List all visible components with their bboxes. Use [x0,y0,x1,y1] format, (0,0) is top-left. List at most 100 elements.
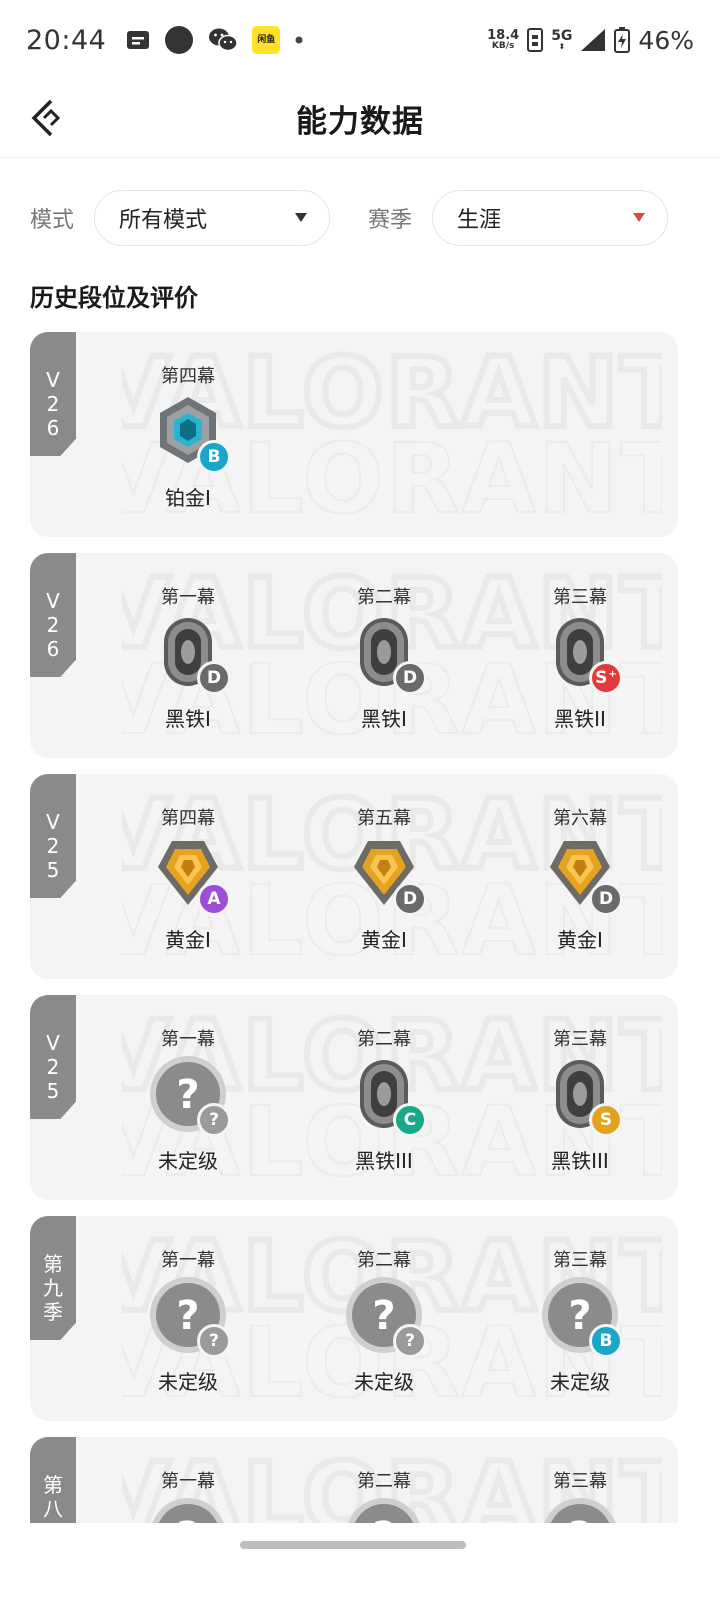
act-name: 第三幕 [553,1471,607,1492]
season-tag-label: V 26 [46,589,60,661]
season-tag-label: V 26 [46,368,60,440]
battery-percent: 46% [638,25,694,55]
rank-name: 未定级 [354,1370,414,1394]
xianyu-app-icon: 闲鱼 [252,26,281,54]
act-name: 第四幕 [161,808,215,829]
svg-text:?: ? [372,1293,395,1339]
rank-name: 黄金I [361,928,407,952]
dropdown-arrow-icon [295,213,308,222]
act-rank-item[interactable]: 第五幕 D 黄金I [304,774,464,979]
status-right: 18.4 KB/s 5G ⬍ 46% [487,26,694,55]
season-label: 赛季 [368,208,413,233]
act-rank-item[interactable]: 第一幕?? 未定级 [108,1216,268,1421]
svg-text:?: ? [176,1072,199,1118]
rank-badge: D [143,611,233,697]
season-tag: V 26 [30,332,76,456]
status-time: 20:44 [26,24,107,56]
section-title: 历史段位及评价 [30,284,198,312]
act-rank-item[interactable]: 第二幕 C 黑铁III [304,995,464,1200]
act-rank-item[interactable]: 第三幕 S 黑铁III [500,995,660,1200]
act-rank-item[interactable]: 第三幕 S + 黑铁II [500,553,660,758]
act-rank-item[interactable]: 第一幕?? 未定级 [108,995,268,1200]
grade-badge: D [589,882,623,916]
act-name: 第二幕 [357,587,411,608]
act-rank-item[interactable]: 第二幕 D 黑铁I [304,553,464,758]
season-card[interactable]: VALORANTVALORANT第九季第一幕??未定级第二幕??未定级第三幕?B… [30,1216,678,1421]
grade-letter: A [207,889,221,909]
svg-text:?: ? [176,1293,199,1339]
rank-badge: D [339,611,429,697]
grade-letter: C [403,1110,417,1130]
mode-label: 模式 [30,208,75,233]
rank-badge: A [143,832,233,918]
rank-badge: S + [535,611,625,697]
grade-letter: S [595,668,608,688]
back-button[interactable] [26,96,66,140]
act-name: 第六幕 [553,808,607,829]
act-rank-item[interactable]: 第四幕 B 铂金I [108,332,268,537]
act-rank-item[interactable]: 第三幕? B 未定级 [500,1216,660,1421]
battery-icon [614,27,631,53]
act-name: 第三幕 [553,1029,607,1050]
grade-badge: D [197,661,231,695]
grade-badge: A [197,882,231,916]
season-tag: V 25 [30,774,76,898]
grade-badge: ? [197,1103,231,1137]
grade-letter: ? [405,1331,415,1351]
act-name: 第三幕 [553,1250,607,1271]
rank-badge: D [535,832,625,918]
season-select[interactable]: 生涯 [432,190,669,246]
rank-name: 黑铁III [551,1149,609,1173]
act-rank-item[interactable]: 第六幕 D 黄金I [500,774,660,979]
act-name: 第三幕 [553,587,607,608]
act-name: 第五幕 [357,808,411,829]
season-card[interactable]: VALORANT VALORANT V 26 第一幕 D 黑铁I 第二幕 D 黑铁I 第三幕 S + 黑… [30,553,678,758]
season-select-value: 生涯 [457,208,502,233]
grade-badge: B [197,440,231,474]
rank-name: 未定级 [158,1370,218,1394]
grade-badge: B [589,1324,623,1358]
grade-badge: D [393,882,427,916]
season-tag-label: V 25 [46,810,60,882]
rank-name: 黑铁III [355,1149,413,1173]
season-card[interactable]: VALORANT VALORANT V 25 第四幕 A 黄金I 第五幕 D 黄金I 第六幕 D 黄金… [30,774,678,979]
circle-app-icon [164,25,194,55]
grade-badge: D [393,661,427,695]
grade-badge: ? [393,1324,427,1358]
grade-letter: D [402,668,418,688]
act-name: 第二幕 [357,1029,411,1050]
grade-badge: C [393,1103,427,1137]
season-tag: 第九季 [30,1216,76,1340]
act-rank-item[interactable]: 第四幕 A 黄金I [108,774,268,979]
rank-badge: B [143,390,233,476]
act-rank-item[interactable]: 第二幕?? 未定级 [304,1216,464,1421]
dot-icon [294,35,304,45]
season-card[interactable]: VALORANT VALORANT V 26 第四幕 B 铂金I [30,332,678,537]
rank-name: 铂金I [165,486,211,510]
svg-text:?: ? [568,1293,591,1339]
season-tag-label: V 25 [46,1031,60,1103]
act-rank-item[interactable]: 第一幕 D 黑铁I [108,553,268,758]
status-bar: 20:44 闲鱼 18.4 KB/s 5G ⬍ 46% [0,0,720,80]
mode-select-value: 所有模式 [119,208,208,233]
act-name: 第一幕 [161,1029,215,1050]
grade-plus: + [608,668,617,680]
season-tag: V 26 [30,553,76,677]
grade-badge: S + [589,661,623,695]
act-name: 第一幕 [161,587,215,608]
net-speed: 18.4 KB/s [487,28,520,51]
season-tag-label: 第九季 [43,1252,63,1324]
grade-badge: ? [197,1324,231,1358]
rank-name: 黄金I [557,928,603,952]
rank-badge: D [339,832,429,918]
back-arrow-icon [31,99,61,137]
rank-badge: C [339,1053,429,1139]
message-icon [126,29,150,51]
home-indicator[interactable] [240,1541,466,1549]
mode-select[interactable]: 所有模式 [94,190,331,246]
grade-badge: S [589,1103,623,1137]
rank-name: 黑铁II [554,707,606,731]
season-card[interactable]: VALORANT VALORANT V 25 第一幕?? 未定级 第二幕 C 黑铁III 第三幕… [30,995,678,1200]
page-title: 能力数据 [296,104,424,140]
grade-letter: D [598,889,614,909]
